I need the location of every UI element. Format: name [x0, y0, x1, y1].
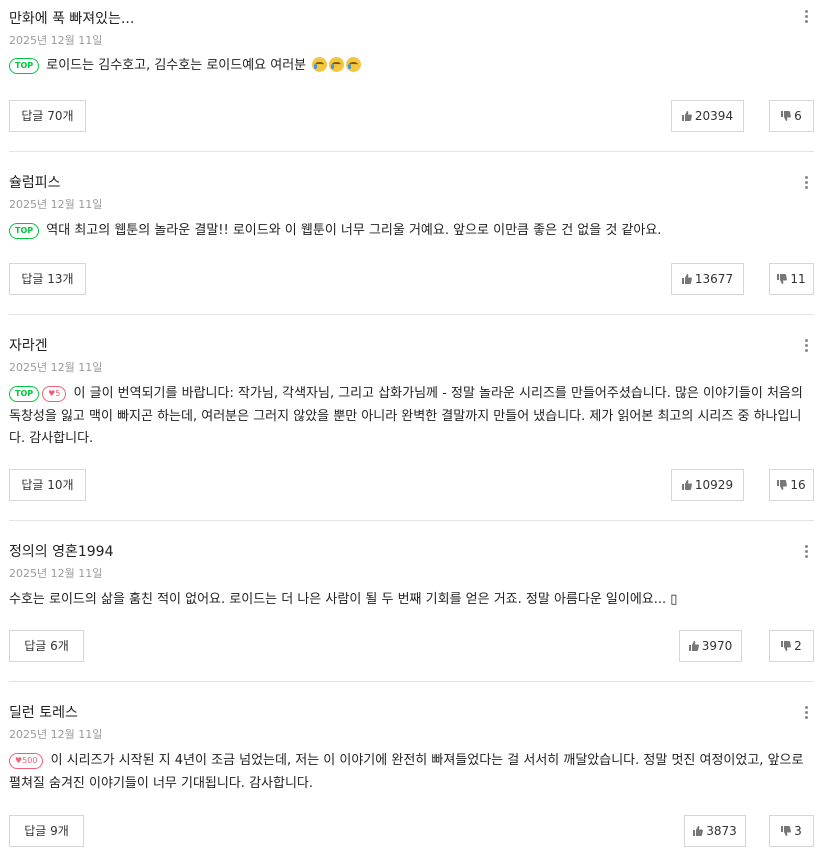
reply-button[interactable]: 답글 70개 — [9, 100, 86, 132]
thumbs-up-icon — [681, 274, 692, 284]
comment-author[interactable]: 정의의 영혼1994 — [9, 541, 113, 561]
reply-button[interactable]: 답글 6개 — [9, 630, 84, 662]
comment-item: 슐럼피스 2025년 12월 11일 TOP 역대 최고의 웹툰의 놀라운 결말… — [9, 152, 814, 315]
comment-author[interactable]: 자라겐 — [9, 335, 48, 355]
dislike-count: 11 — [790, 272, 806, 286]
more-vertical-icon[interactable] — [800, 8, 812, 24]
heart-badge: ♥5 — [42, 386, 67, 402]
top-badge: TOP — [9, 386, 40, 402]
comment-text: 로이드는 김수호고, 김수호는 로이드예요 여러분 — [46, 58, 307, 73]
comment-item: 자라겐 2025년 12월 11일 TOP ♥5 이 글이 번역되기를 바랍니다:… — [9, 315, 814, 521]
thumbs-up-icon — [693, 826, 704, 836]
dislike-button[interactable]: 6 — [769, 100, 814, 132]
comment-text: 역대 최고의 웹툰의 놀라운 결말!! 로이드와 이 웹툰이 너무 그리울 거예… — [46, 223, 662, 238]
dislike-count: 3 — [794, 824, 802, 838]
comment-author[interactable]: 딜런 토레스 — [9, 702, 78, 722]
heart-badge: ♥500 — [9, 753, 44, 769]
more-vertical-icon[interactable] — [800, 543, 812, 559]
comment-body: TOP ♥5 이 글이 번역되기를 바랍니다: 작가님, 각색자님, 그리고 삽화… — [9, 383, 806, 451]
comment-date: 2025년 12월 11일 — [9, 728, 103, 741]
comment-body: ♥500 이 시리즈가 시작된 지 4년이 조금 넘었는데, 저는 이 이야기에… — [9, 750, 806, 795]
like-button[interactable]: 10929 — [671, 469, 744, 501]
comment-item: 정의의 영혼1994 2025년 12월 11일 수호는 로이드의 삶을 훔친 … — [9, 521, 814, 682]
comment-text: 이 글이 번역되기를 바랍니다: 작가님, 각색자님, 그리고 삽화가님께 - … — [9, 386, 803, 446]
more-vertical-icon[interactable] — [800, 337, 812, 353]
comment-date: 2025년 12월 11일 — [9, 34, 103, 47]
top-badge: TOP — [9, 58, 40, 74]
like-button[interactable]: 20394 — [671, 100, 744, 132]
like-count: 3970 — [701, 639, 733, 653]
dislike-button[interactable]: 16 — [769, 469, 814, 501]
top-badge: TOP — [9, 223, 40, 239]
comment-author[interactable]: 만화에 푹 빠져있는... — [9, 8, 134, 28]
heart-count: 500 — [22, 756, 38, 765]
more-vertical-icon[interactable] — [800, 174, 812, 190]
thumbs-down-icon — [781, 641, 792, 651]
reply-button[interactable]: 답글 10개 — [9, 469, 86, 501]
like-count: 13677 — [694, 272, 734, 286]
dislike-count: 6 — [794, 109, 802, 123]
like-button[interactable]: 3970 — [679, 630, 742, 662]
crying-face-icon — [346, 57, 362, 72]
more-vertical-icon[interactable] — [800, 704, 812, 720]
comment-item: 만화에 푹 빠져있는... 2025년 12월 11일 TOP 로이드는 김수호… — [9, 0, 814, 152]
dislike-count: 16 — [790, 478, 806, 492]
thumbs-up-icon — [688, 641, 699, 651]
comment-body: TOP 로이드는 김수호고, 김수호는 로이드예요 여러분 — [9, 55, 806, 78]
dislike-count: 2 — [794, 639, 802, 653]
thumbs-down-icon — [777, 274, 788, 284]
like-button[interactable]: 3873 — [684, 815, 746, 847]
thumbs-down-icon — [777, 480, 788, 490]
thumbs-up-icon — [681, 111, 692, 121]
comment-body: 수호는 로이드의 삶을 훔친 적이 없어요. 로이드는 더 나은 사람이 될 두… — [9, 589, 806, 612]
comment-date: 2025년 12월 11일 — [9, 361, 103, 374]
thumbs-down-icon — [781, 111, 792, 121]
like-count: 20394 — [694, 109, 734, 123]
comment-date: 2025년 12월 11일 — [9, 567, 103, 580]
dislike-button[interactable]: 2 — [769, 630, 814, 662]
comment-author[interactable]: 슐럼피스 — [9, 172, 61, 192]
like-button[interactable]: 13677 — [671, 263, 744, 295]
crying-face-icon — [329, 57, 345, 72]
reply-button[interactable]: 답글 9개 — [9, 815, 84, 847]
comment-text: 수호는 로이드의 삶을 훔친 적이 없어요. 로이드는 더 나은 사람이 될 두… — [9, 592, 678, 607]
like-count: 3873 — [706, 824, 737, 838]
comment-date: 2025년 12월 11일 — [9, 198, 103, 211]
comment-item: 딜런 토레스 2025년 12월 11일 ♥500 이 시리즈가 시작된 지 4… — [9, 682, 814, 852]
dislike-button[interactable]: 11 — [769, 263, 814, 295]
like-count: 10929 — [694, 478, 734, 492]
comment-body: TOP 역대 최고의 웹툰의 놀라운 결말!! 로이드와 이 웹툰이 너무 그리… — [9, 220, 806, 243]
crying-face-icon — [312, 57, 328, 72]
reply-button[interactable]: 답글 13개 — [9, 263, 86, 295]
thumbs-up-icon — [681, 480, 692, 490]
comment-text: 이 시리즈가 시작된 지 4년이 조금 넘었는데, 저는 이 이야기에 완전히 … — [9, 753, 804, 791]
dislike-button[interactable]: 3 — [769, 815, 814, 847]
thumbs-down-icon — [781, 826, 792, 836]
comment-list: 만화에 푹 빠져있는... 2025년 12월 11일 TOP 로이드는 김수호… — [0, 0, 825, 852]
heart-count: 5 — [55, 389, 61, 398]
